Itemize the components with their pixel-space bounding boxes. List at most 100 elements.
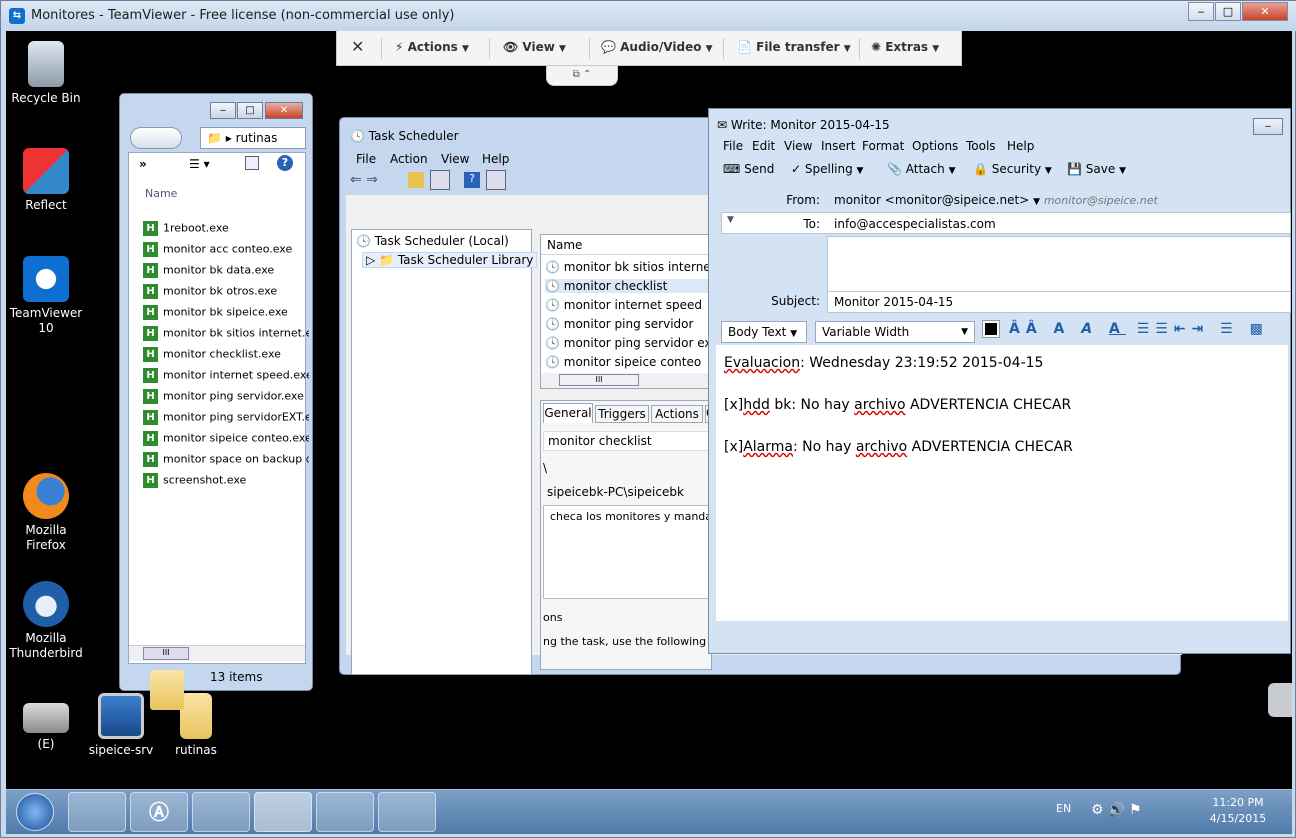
- message-body[interactable]: Evaluacion: Wednesday 23:19:52 2015-04-1…: [716, 345, 1288, 621]
- menu-action[interactable]: Action: [390, 152, 428, 166]
- start-button[interactable]: [16, 793, 54, 831]
- menu-file[interactable]: File: [356, 152, 376, 166]
- back-icon[interactable]: ⇐ ⇒: [350, 172, 378, 188]
- minimize-button[interactable]: ‒: [1253, 118, 1283, 135]
- task-name-field[interactable]: monitor checklist: [543, 431, 711, 451]
- text-color-icon[interactable]: [982, 320, 1000, 338]
- task-row[interactable]: 🕓 monitor ping servidor ext: [545, 336, 716, 350]
- tab-triggers[interactable]: Triggers: [595, 405, 649, 423]
- from-field[interactable]: monitor <monitor@sipeice.net> ▼ monitor@…: [834, 193, 1158, 207]
- teamviewer-side-tab[interactable]: [1268, 683, 1292, 717]
- menu-edit[interactable]: Edit: [752, 139, 775, 153]
- taskbar-task-scheduler[interactable]: [316, 792, 374, 832]
- tab-general[interactable]: General: [543, 403, 593, 423]
- help-icon[interactable]: ?: [464, 172, 480, 188]
- scrollbar-thumb[interactable]: III: [143, 647, 189, 660]
- task-row[interactable]: 🕓 monitor internet speed: [545, 298, 702, 312]
- explorer-window[interactable]: ‒ □ ✕ 📁 ▸ rutinas » ☰ ▾ ? Name H 1reboot.…: [119, 93, 313, 710]
- file-item[interactable]: Hmonitor acc conteo.exe: [143, 242, 309, 263]
- actions-menu[interactable]: ⚡ Actions ▼: [395, 40, 469, 54]
- file-item[interactable]: Hmonitor ping servidor.exe: [143, 389, 309, 410]
- compose-window[interactable]: ✉ Write: Monitor 2015-04-15 ‒ File Edit …: [708, 108, 1291, 654]
- tree-library[interactable]: ▷ 📁 Task Scheduler Library: [362, 252, 538, 268]
- scrollbar-thumb[interactable]: III: [559, 374, 639, 386]
- file-item[interactable]: Hmonitor bk sitios internet.exe: [143, 326, 309, 347]
- close-button[interactable]: ✕: [265, 102, 303, 119]
- desktop-icon-sipeice-srv[interactable]: sipeice-srv: [81, 693, 161, 758]
- desktop-icon-recycle-bin[interactable]: Recycle Bin: [6, 41, 86, 106]
- address-bar[interactable]: 📁 ▸ rutinas: [200, 127, 306, 149]
- recipient-list[interactable]: [827, 236, 1291, 292]
- task-row[interactable]: 🕓 monitor bk sitios internet: [545, 260, 715, 274]
- menu-help[interactable]: Help: [482, 152, 509, 166]
- view-options-icon[interactable]: ☰ ▾: [189, 157, 210, 171]
- tab-actions[interactable]: Actions: [651, 405, 703, 423]
- desktop-icon-drive-e[interactable]: (E): [6, 693, 86, 752]
- preview-pane-icon[interactable]: [245, 156, 259, 170]
- menu-options[interactable]: Options: [912, 139, 958, 153]
- tray-icons[interactable]: ⚙🔊⚑: [1091, 802, 1146, 818]
- remote-desktop[interactable]: ✕ ⚡ Actions ▼ 👁 View ▼ 💬 Audio/Video ▼ 📄…: [6, 31, 1292, 834]
- menu-help[interactable]: Help: [1007, 139, 1034, 153]
- menu-tools[interactable]: Tools: [966, 139, 996, 153]
- folder-up-icon[interactable]: [408, 172, 424, 188]
- task-list[interactable]: Name 🕓 monitor bk sitios internet 🕓 moni…: [540, 234, 716, 389]
- spelling-button[interactable]: ✓ Spelling ▼: [791, 162, 863, 176]
- tree-root[interactable]: 🕓 Task Scheduler (Local): [356, 234, 509, 248]
- tree-pane[interactable]: 🕓 Task Scheduler (Local) ▷ 📁 Task Schedu…: [351, 229, 538, 675]
- menu-file[interactable]: File: [723, 139, 743, 153]
- task-row[interactable]: 🕓 monitor ping servidor: [545, 317, 693, 331]
- show-hide-tree-icon[interactable]: [430, 170, 450, 190]
- clock-date[interactable]: 4/15/2015: [1206, 812, 1270, 825]
- desktop-icon-teamviewer[interactable]: TeamViewer 10: [6, 256, 86, 336]
- toolbar-collapse-tab[interactable]: ⧉ ⌃: [546, 66, 618, 86]
- minimize-button[interactable]: ‒: [210, 102, 236, 119]
- desktop-icon-thunderbird[interactable]: Mozilla Thunderbird: [6, 581, 86, 661]
- file-item[interactable]: Hmonitor bk sipeice.exe: [143, 305, 309, 326]
- subject-field[interactable]: Monitor 2015-04-15: [827, 291, 1291, 313]
- menu-view[interactable]: View: [784, 139, 812, 153]
- file-item[interactable]: Hmonitor space on backup drive.exe: [143, 452, 309, 473]
- close-button[interactable]: ✕: [1242, 2, 1288, 21]
- taskbar-app-1[interactable]: [68, 792, 126, 832]
- taskbar-firefox[interactable]: [192, 792, 250, 832]
- minimize-button[interactable]: ‒: [1188, 2, 1214, 21]
- maximize-button[interactable]: □: [1215, 2, 1241, 21]
- maximize-button[interactable]: □: [237, 102, 263, 119]
- clock-time[interactable]: 11:20 PM: [1206, 796, 1270, 809]
- file-item[interactable]: Hmonitor ping servidorEXT.exe: [143, 410, 309, 431]
- file-item[interactable]: Hmonitor internet speed.exe: [143, 368, 309, 389]
- horizontal-scrollbar[interactable]: III: [541, 373, 711, 388]
- view-menu[interactable]: 👁 View ▼: [503, 40, 566, 54]
- file-item[interactable]: Hmonitor bk data.exe: [143, 263, 309, 284]
- help-icon[interactable]: ?: [277, 155, 293, 171]
- file-item[interactable]: Hmonitor bk otros.exe: [143, 284, 309, 305]
- column-header-name[interactable]: Name: [541, 235, 711, 255]
- more-commands-button[interactable]: »: [139, 157, 147, 171]
- desktop-icon-reflect[interactable]: Reflect: [6, 148, 86, 213]
- file-item[interactable]: H 1reboot.exe: [143, 221, 309, 242]
- file-item[interactable]: Hmonitor checklist.exe: [143, 347, 309, 368]
- taskbar-explorer[interactable]: [378, 792, 436, 832]
- back-forward-buttons[interactable]: [130, 127, 182, 149]
- menu-format[interactable]: Format: [862, 139, 904, 153]
- attach-button[interactable]: 📎 Attach ▼: [887, 162, 955, 176]
- send-button[interactable]: ⌨ Send: [723, 162, 774, 176]
- extras-menu[interactable]: ✺ Extras ▼: [871, 40, 939, 54]
- font-select[interactable]: Variable Width ▼: [815, 321, 975, 343]
- desktop-icon-firefox[interactable]: Mozilla Firefox: [6, 473, 86, 553]
- file-transfer-menu[interactable]: 📄 File transfer ▼: [737, 40, 851, 54]
- action-pane-icon[interactable]: [486, 170, 506, 190]
- language-indicator[interactable]: EN: [1056, 802, 1071, 815]
- save-button[interactable]: 💾 Save ▼: [1067, 162, 1126, 176]
- taskbar-thunderbird[interactable]: [254, 792, 312, 832]
- column-header-name[interactable]: Name: [145, 187, 177, 200]
- audio-video-menu[interactable]: 💬 Audio/Video ▼: [601, 40, 713, 54]
- file-item[interactable]: Hscreenshot.exe: [143, 473, 309, 494]
- security-button[interactable]: 🔒 Security ▼: [973, 162, 1052, 176]
- close-session-icon[interactable]: ✕: [351, 37, 364, 56]
- taskbar-app-2[interactable]: Ⓐ: [130, 792, 188, 832]
- menu-insert[interactable]: Insert: [821, 139, 855, 153]
- task-row[interactable]: 🕓 monitor sipeice conteo: [545, 355, 701, 369]
- task-row-selected[interactable]: 🕓 monitor checklist: [545, 279, 711, 293]
